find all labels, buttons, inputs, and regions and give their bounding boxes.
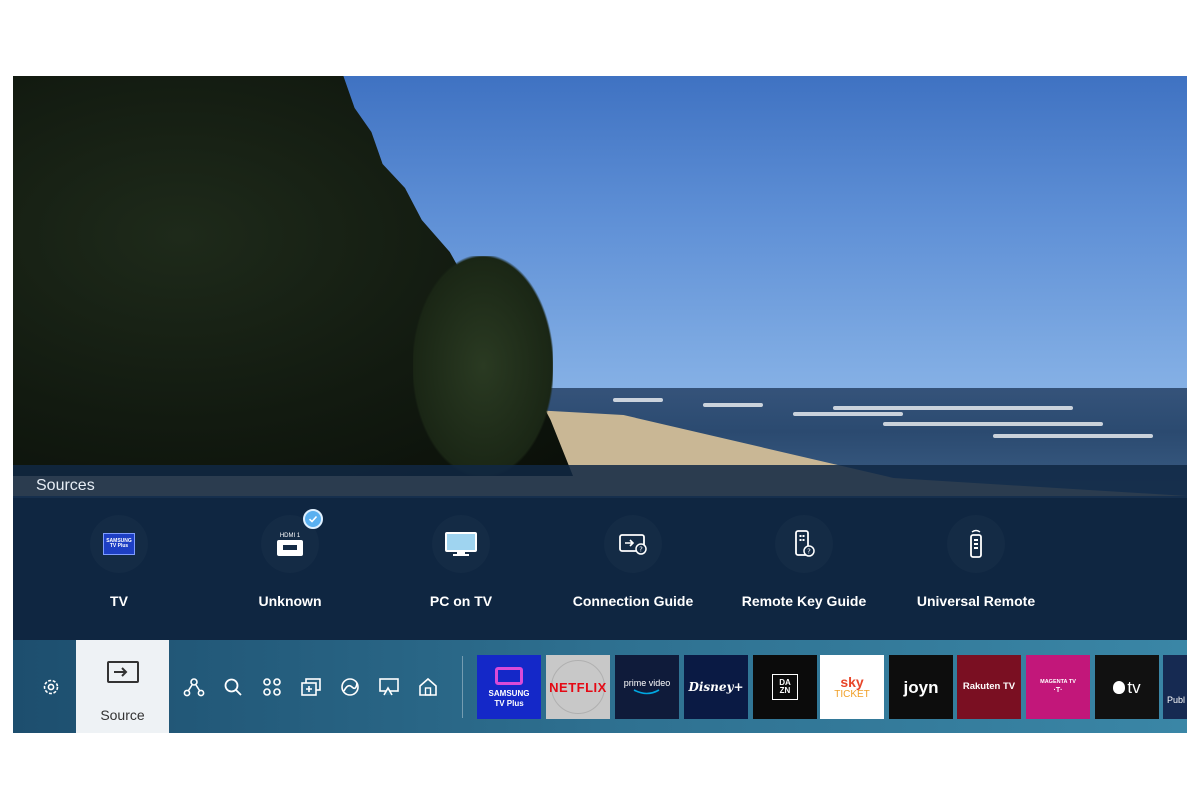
connected-devices-icon[interactable] [183, 676, 205, 698]
app-tile-public[interactable]: Publ [1163, 655, 1187, 719]
wave [883, 422, 1103, 426]
ambient-icon[interactable] [339, 676, 361, 698]
prime-smile-icon [633, 688, 660, 694]
source-label: PC on TV [429, 593, 493, 609]
source-button-label: Source [100, 707, 145, 723]
app-label: sky [840, 673, 864, 690]
source-icon [106, 660, 140, 691]
app-label: SAMSUNG [488, 688, 530, 698]
app-label: ·T· [1053, 687, 1063, 695]
app-tile-netflix[interactable]: NETFLIX [546, 655, 610, 719]
wave [613, 398, 663, 402]
samsung-tv-plus-icon: SAMSUNG TV Plus [90, 515, 148, 573]
app-label: ZN [779, 686, 791, 695]
media-icon[interactable] [300, 676, 322, 698]
app-label: Rakuten TV [962, 681, 1016, 693]
app-tile-dazn[interactable]: DA ZN [753, 655, 817, 719]
source-label: Universal Remote [916, 593, 1036, 609]
source-button[interactable]: Source [76, 640, 169, 733]
app-tile-rakuten-tv[interactable]: Rakuten TV [957, 655, 1021, 719]
wave [833, 406, 1073, 410]
home-icon[interactable] [417, 676, 439, 698]
apple-icon [1113, 680, 1126, 694]
remote-key-guide-icon: ? [775, 515, 833, 573]
source-item-connection-guide[interactable]: ? Connection Guide [543, 513, 723, 613]
bar-divider [462, 656, 463, 718]
tv-screen: Sources SAMSUNG TV Plus TV HDMI 1 Unknow… [13, 76, 1187, 733]
app-label: NETFLIX [549, 679, 607, 695]
wave [703, 403, 763, 407]
app-tile-samsung-tv-plus[interactable]: SAMSUNG TV Plus [477, 655, 541, 719]
app-label: Publ [1167, 694, 1186, 705]
app-label: prime video [623, 677, 671, 688]
app-label: Disney+ [688, 680, 744, 694]
sources-panel: Sources SAMSUNG TV Plus TV HDMI 1 Unknow… [13, 465, 1187, 640]
screen-mirroring-icon[interactable] [378, 676, 400, 698]
source-label: Connection Guide [572, 593, 694, 609]
source-item-tv[interactable]: SAMSUNG TV Plus TV [29, 513, 209, 613]
app-label: MAGENTA TV [1040, 678, 1076, 685]
app-tile-joyn[interactable]: joyn [889, 655, 953, 719]
connection-guide-icon: ? [604, 515, 662, 573]
app-label: TICKET [834, 688, 870, 700]
hdmi-badge-text: HDMI 1 [279, 532, 301, 539]
source-label: Unknown [258, 593, 322, 609]
search-icon[interactable] [222, 676, 244, 698]
universal-remote-icon [947, 515, 1005, 573]
svg-text:?: ? [807, 548, 811, 556]
smart-hub-bar: Source SAMSUNG TV Plus NETFLIX prime vid… [13, 640, 1187, 733]
samsung-tv-plus-icon [495, 666, 523, 685]
app-tile-prime-video[interactable]: prime video [615, 655, 679, 719]
app-label: tv [1127, 677, 1141, 697]
sources-title: Sources [36, 477, 95, 494]
app-tile-disney-plus[interactable]: Disney+ [684, 655, 748, 719]
source-item-pc-on-tv[interactable]: PC on TV [371, 513, 551, 613]
source-item-universal-remote[interactable]: Universal Remote [886, 513, 1066, 613]
app-tile-magenta-tv[interactable]: MAGENTA TV ·T· [1026, 655, 1090, 719]
source-item-unknown[interactable]: HDMI 1 Unknown [200, 509, 380, 613]
tv-badge-text: SAMSUNG TV Plus [106, 537, 132, 549]
wave [793, 412, 903, 416]
settings-icon[interactable] [40, 676, 62, 698]
app-tile-sky-ticket[interactable]: sky TICKET [820, 655, 884, 719]
source-item-remote-key-guide[interactable]: ? Remote Key Guide [714, 513, 894, 613]
source-label: TV [110, 593, 128, 609]
app-label: joyn [903, 677, 939, 697]
selected-check-icon [303, 509, 323, 529]
svg-text:?: ? [639, 546, 643, 554]
app-tile-apple-tv[interactable]: tv [1095, 655, 1159, 719]
forest-edge [413, 256, 553, 476]
wave [993, 434, 1153, 438]
app-label: TV Plus [494, 698, 524, 708]
apps-icon[interactable] [261, 676, 283, 698]
monitor-icon [432, 515, 490, 573]
source-label: Remote Key Guide [741, 593, 867, 609]
